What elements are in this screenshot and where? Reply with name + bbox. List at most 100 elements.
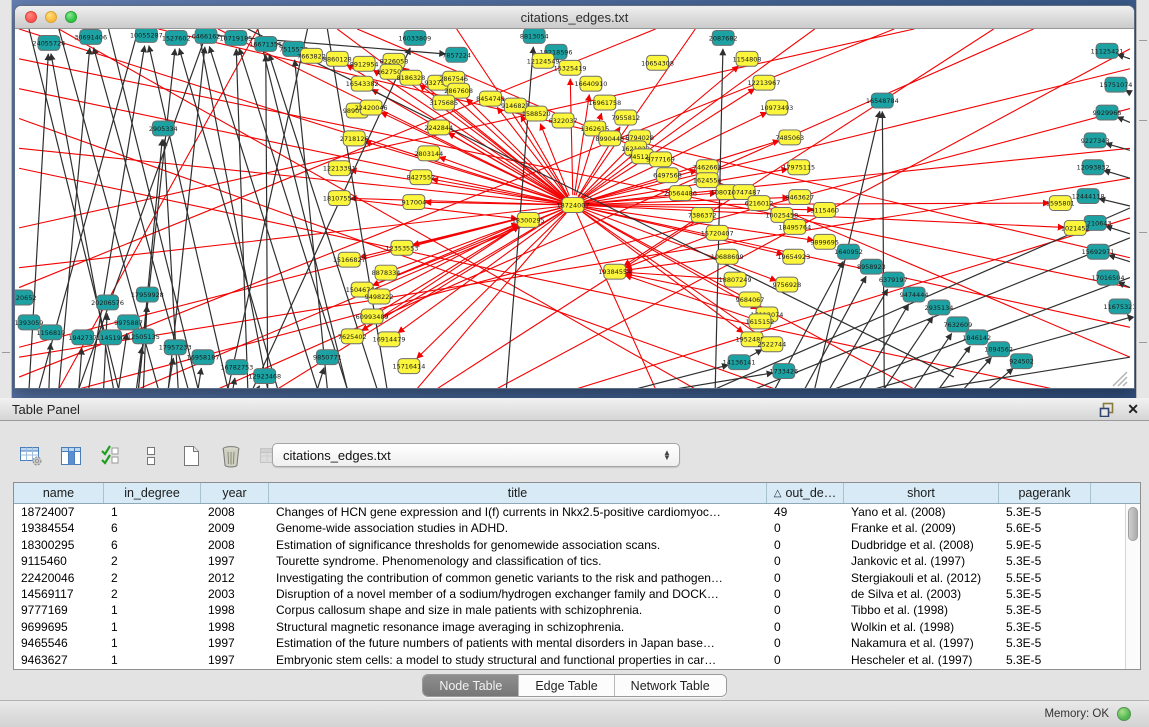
graph-edge[interactable] xyxy=(805,276,866,389)
graph-edge[interactable] xyxy=(1117,117,1130,123)
table-row[interactable]: 969969511998Structural magnetic resonanc… xyxy=(14,619,1140,635)
graph-node[interactable]: 1154808 xyxy=(733,51,762,66)
graph-node[interactable]: 12213967 xyxy=(748,75,781,90)
graph-node[interactable]: 1595801 xyxy=(1046,196,1075,211)
graph-node[interactable]: 6379197 xyxy=(879,272,908,287)
close-panel-icon[interactable]: ✕ xyxy=(1127,401,1139,417)
table-row[interactable]: 946362711997Embryonic stem cells: a mode… xyxy=(14,652,1140,668)
graph-node[interactable]: 9777169 xyxy=(646,152,675,167)
panel-collapse-handle[interactable] xyxy=(2,352,10,353)
graph-node[interactable]: 8990448 xyxy=(595,131,624,146)
column-header-year[interactable]: year xyxy=(201,483,269,503)
graph-node[interactable]: 2242844 xyxy=(424,120,453,135)
network-view-window[interactable]: citations_edges.txt 24055724306914061005… xyxy=(14,5,1135,389)
table-scrollbar-thumb[interactable] xyxy=(1128,507,1138,541)
graph-node[interactable]: 8860128 xyxy=(323,51,352,66)
graph-edge[interactable] xyxy=(570,79,573,195)
graph-node[interactable]: 8186328 xyxy=(397,70,426,85)
graph-node[interactable]: 18107554 xyxy=(323,191,356,206)
tab-edge-table[interactable]: Edge Table xyxy=(519,675,614,696)
graph-node[interactable]: 12353553 xyxy=(386,240,419,255)
left-panel-edge[interactable] xyxy=(0,0,12,398)
graph-edge[interactable] xyxy=(576,218,1130,389)
graph-edge[interactable] xyxy=(580,145,632,198)
graph-edge[interactable] xyxy=(748,349,762,357)
graph-node[interactable]: 2803144 xyxy=(414,146,443,161)
graph-edge[interactable] xyxy=(168,47,205,389)
tab-node-table[interactable]: Node Table xyxy=(423,675,519,696)
graph-node[interactable]: 2120652 xyxy=(15,290,36,305)
table-column-icon[interactable] xyxy=(58,443,84,469)
column-header-title[interactable]: title xyxy=(269,483,767,503)
resize-grip-icon[interactable] xyxy=(1113,372,1127,386)
graph-node[interactable]: 2905334 xyxy=(149,121,178,136)
tab-network-table[interactable]: Network Table xyxy=(615,675,726,696)
graph-node[interactable]: 9929966 xyxy=(1093,105,1122,120)
graph-node[interactable]: 1094562 xyxy=(984,342,1013,357)
graph-node[interactable]: 7485063 xyxy=(775,130,804,145)
graph-node[interactable]: 3175685 xyxy=(429,95,458,110)
graph-node[interactable]: 15716414 xyxy=(392,359,425,374)
graph-node[interactable]: 1021452 xyxy=(1061,220,1090,235)
graph-edge[interactable] xyxy=(381,226,519,311)
column-header-pagerank[interactable]: pagerank xyxy=(999,483,1091,503)
graph-node[interactable]: 8813054 xyxy=(520,29,549,43)
graph-node[interactable]: 12093832 xyxy=(1077,160,1110,175)
column-header-out-de-[interactable]: △out_de… xyxy=(767,483,844,503)
network-canvas[interactable]: 2405572430691406100552871527602646616210… xyxy=(15,29,1134,389)
graph-node[interactable]: 8427552 xyxy=(406,170,435,185)
graph-node[interactable]: 9115460 xyxy=(810,203,839,218)
graph-node[interactable]: 6466162 xyxy=(192,29,221,43)
graph-node[interactable]: 30691406 xyxy=(74,29,107,44)
graph-node[interactable]: 7386372 xyxy=(688,208,717,223)
graph-node[interactable]: 12505135 xyxy=(127,329,160,344)
graph-edge[interactable] xyxy=(574,95,589,196)
graph-node[interactable]: 10688609 xyxy=(711,249,744,264)
table-row[interactable]: 911546021997Tourette syndrome. Phenomeno… xyxy=(14,553,1140,569)
column-header-name[interactable]: name xyxy=(14,483,104,503)
graph-node[interactable]: 11125421 xyxy=(1091,43,1124,58)
graph-node[interactable]: 6216012 xyxy=(745,196,774,211)
graph-node[interactable]: 9684067 xyxy=(736,292,765,307)
graph-node[interactable]: 12444118 xyxy=(1072,189,1105,204)
select-columns-icon[interactable] xyxy=(98,443,124,469)
graph-node[interactable]: 9227343 xyxy=(1081,133,1110,148)
graph-edge[interactable] xyxy=(198,368,201,389)
right-panel-edge[interactable] xyxy=(1136,0,1149,398)
graph-node[interactable]: 1733426 xyxy=(769,364,798,379)
node-table[interactable]: namein_degreeyeartitle△out_de…shortpager… xyxy=(13,482,1141,670)
graph-node[interactable]: 1527602 xyxy=(162,30,191,45)
graph-node[interactable]: 16548784 xyxy=(866,93,899,108)
graph-node[interactable]: 14136141 xyxy=(723,355,756,370)
graph-node[interactable]: 16033809 xyxy=(398,30,431,45)
graph-edge[interactable] xyxy=(179,48,277,389)
graph-node[interactable]: 8958923 xyxy=(857,259,886,274)
table-row[interactable]: 1830029562008Estimation of significance … xyxy=(14,537,1140,553)
graph-edge[interactable] xyxy=(79,109,1130,389)
graph-node[interactable]: 924502 xyxy=(1009,354,1034,369)
table-row[interactable]: 1938455462009Genome-wide association stu… xyxy=(14,520,1140,536)
graph-node[interactable]: 24055724 xyxy=(32,35,65,50)
graph-node[interactable]: 8878334 xyxy=(372,265,401,280)
graph-node[interactable]: 6497568 xyxy=(653,168,682,183)
graph-node[interactable]: 7632609 xyxy=(943,317,972,332)
graph-node[interactable]: 9463627 xyxy=(785,190,814,205)
column-header-short[interactable]: short xyxy=(844,483,999,503)
graph-edge[interactable] xyxy=(295,60,328,389)
graph-edge[interactable] xyxy=(626,272,725,279)
graph-node[interactable]: 9850771 xyxy=(313,350,342,365)
graph-node[interactable]: 7857224 xyxy=(442,47,471,62)
graph-node[interactable]: 1942737 xyxy=(68,330,97,345)
window-titlebar[interactable]: citations_edges.txt xyxy=(15,6,1134,29)
graph-node[interactable]: 10654308 xyxy=(641,55,674,70)
graph-edge[interactable] xyxy=(626,258,718,270)
graph-edge[interactable] xyxy=(573,69,1130,205)
graph-node[interactable]: 6322037 xyxy=(549,113,578,128)
table-row[interactable]: 977716911998Corpus callosum shape and si… xyxy=(14,602,1140,618)
graph-node[interactable]: 1640952 xyxy=(834,244,863,259)
graph-node[interactable]: 1846142 xyxy=(962,330,991,345)
graph-node[interactable]: 9756928 xyxy=(772,277,801,292)
graph-node[interactable]: 20564486 xyxy=(664,186,697,201)
graph-node[interactable]: 7625402 xyxy=(338,329,367,344)
graph-edge[interactable] xyxy=(350,170,563,204)
